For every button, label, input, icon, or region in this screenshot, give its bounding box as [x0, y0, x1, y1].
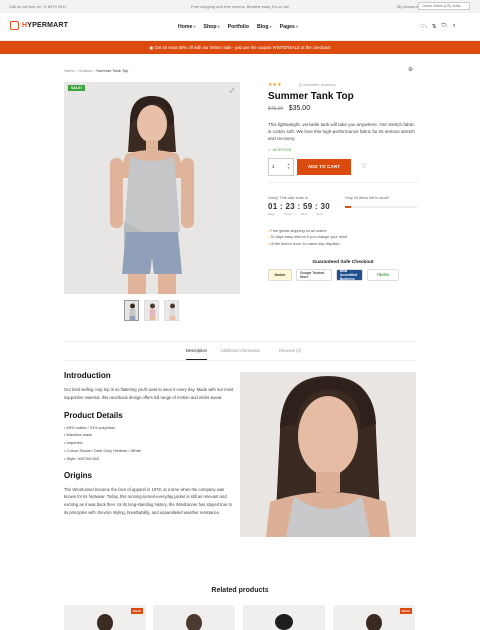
breadcrumb-category[interactable]: Outdoor [78, 68, 92, 73]
product-details-list: 69% cotton / 31% polyester Machine-wash … [64, 424, 234, 463]
origins-heading: Origins [64, 470, 93, 480]
tab-reviews[interactable]: Reviews (2) [279, 348, 301, 353]
stepper-arrows-icon[interactable]: ▲ ▼ [287, 163, 290, 170]
sale-badge: SALE! [130, 608, 143, 614]
related-product-card[interactable] [243, 605, 325, 630]
top-bar: Call us toll free on +1 8979 0911 Free s… [0, 0, 480, 13]
old-price: $45.00 [268, 106, 284, 112]
tab-description[interactable]: Description [186, 348, 207, 360]
nav-portfolio[interactable]: Portfolio [228, 24, 249, 30]
truste-logo: TRUSTe [367, 269, 399, 281]
promo-banner: ▣ Get an extra 50% off with our Winter S… [0, 41, 480, 54]
sale-countdown: Hurry! This sale ends in 01 : 23 : 59 : … [268, 196, 348, 216]
nav-blog[interactable]: Blog [257, 24, 272, 30]
my-account-link[interactable]: My Account [397, 4, 418, 9]
thumbnail-strip [124, 300, 179, 321]
rating: ★★★ (2 customer reviews) [268, 82, 418, 88]
stock-left: Only 18 items left in stock! [345, 196, 417, 208]
price: $45.00 $35.00 [268, 105, 418, 112]
list-item: Imported [64, 439, 234, 447]
list-item: Machine-wash [64, 431, 234, 439]
zoom-icon[interactable]: ⤢ [230, 88, 234, 94]
stock-progress-fill [345, 206, 351, 208]
sale-badge: SALE! [68, 85, 85, 91]
promo-text[interactable]: Get an extra 50% off with our Winter Sal… [155, 45, 331, 50]
thumbnail-2[interactable] [144, 300, 159, 321]
share-icon[interactable]: ⊕ [408, 66, 413, 73]
model-photo [64, 82, 240, 294]
compare-icon[interactable]: ⇅ [432, 24, 437, 30]
wishlist-icon[interactable]: ♡0 [420, 24, 427, 30]
quantity-stepper[interactable]: 1 ▲ ▼ [268, 157, 294, 176]
google-trusted-store-logo: Google Trusted Store [296, 269, 332, 281]
stock-status: ✓ IN STOCK [268, 146, 292, 152]
related-products-title: Related products [211, 587, 269, 594]
safe-checkout-title: Guaranteed Safe Checkout [312, 260, 374, 265]
breadcrumb: Home › Outdoor › Summer Tank Top [64, 68, 129, 73]
main-nav: Home Shop Portfolio Blog Pages [178, 24, 298, 30]
cart-icon[interactable]: ⛉0 [442, 23, 448, 30]
model-closeup-photo [240, 372, 416, 537]
logo-icon [10, 21, 19, 30]
search-icon[interactable]: ⌕ [453, 23, 456, 30]
sale-badge: SALE! [399, 608, 412, 614]
breadcrumb-current: Summer Tank Top [96, 68, 129, 73]
reviews-link[interactable]: (2 customer reviews) [299, 82, 336, 87]
nav-shop[interactable]: Shop [204, 24, 220, 30]
add-to-cart-row: 1 ▲ ▼ ADD TO CART ♡ [268, 157, 418, 176]
nav-home[interactable]: Home [178, 24, 196, 30]
introduction-text: Our best-selling crop top is so flatteri… [64, 387, 234, 400]
add-to-wishlist-icon[interactable]: ♡ [361, 163, 366, 170]
related-product-card[interactable]: SALE! [64, 605, 146, 630]
hurry-text: Hurry! This sale ends in [268, 196, 308, 200]
origins-text: The Windrunner became the face of appare… [64, 486, 232, 515]
logo[interactable]: HYPERMART [10, 21, 68, 30]
site-header: HYPERMART Home Shop Portfolio Blog Pages… [0, 13, 480, 41]
short-description: This lightweight, versatile tank will ta… [268, 122, 415, 142]
header-icons: ♡0 ⇅ ⛉0 ⌕ [420, 23, 456, 30]
trust-logos: Norton Google Trusted Store BBB Accredit… [268, 269, 418, 281]
quantity-value: 1 [272, 164, 275, 170]
list-item: Colour Shown: Dark Grey Heather / White [64, 447, 234, 455]
product-summary: ★★★ (2 customer reviews) Summer Tank Top… [268, 82, 418, 183]
related-product-card[interactable]: SALE! [333, 605, 415, 630]
description-content: Introduction Our best-selling crop top i… [64, 371, 234, 517]
countdown-digits: 01 : 23 : 59 : 30 [268, 202, 331, 211]
currency-select[interactable]: United States (US) dollar [418, 2, 470, 10]
thumbnail-3[interactable] [164, 300, 179, 321]
product-details-heading: Product Details [64, 410, 123, 420]
safe-checkout: Guaranteed Safe Checkout Norton Google T… [268, 260, 418, 281]
stock-left-text: Only 18 items left in stock! [345, 196, 390, 200]
description-image [240, 372, 416, 537]
breadcrumb-home[interactable]: Home [64, 68, 75, 73]
benefits-list: Free global shipping on all orders 30 da… [268, 228, 347, 247]
list-item: Style: 930769-063 [64, 455, 234, 463]
star-rating-icon: ★★★ [268, 82, 282, 88]
sale-price: $35.00 [288, 105, 311, 112]
product-tabs: Description Additional information Revie… [64, 341, 416, 361]
benefit-item: 30 days easy returns if you change your … [268, 234, 347, 240]
nav-pages[interactable]: Pages [280, 24, 298, 30]
introduction-heading: Introduction [64, 371, 111, 380]
divider [268, 181, 418, 183]
related-product-card[interactable] [153, 605, 235, 630]
thumbnail-1[interactable] [124, 300, 139, 321]
product-title: Summer Tank Top [268, 91, 354, 102]
benefit-item: Order before noon for same day dispatch [268, 241, 347, 247]
tab-additional-information[interactable]: Additional information [220, 348, 260, 353]
norton-logo: Norton [268, 269, 292, 281]
product-main-image[interactable]: SALE! ⤢ [64, 82, 240, 294]
list-item: 69% cotton / 31% polyester [64, 424, 234, 432]
bbb-logo: BBB Accredited Business [336, 269, 363, 281]
stock-progress-bar [345, 206, 417, 208]
countdown-units: Days Hours Mins Secs [268, 212, 323, 216]
add-to-cart-button[interactable]: ADD TO CART [297, 158, 351, 175]
